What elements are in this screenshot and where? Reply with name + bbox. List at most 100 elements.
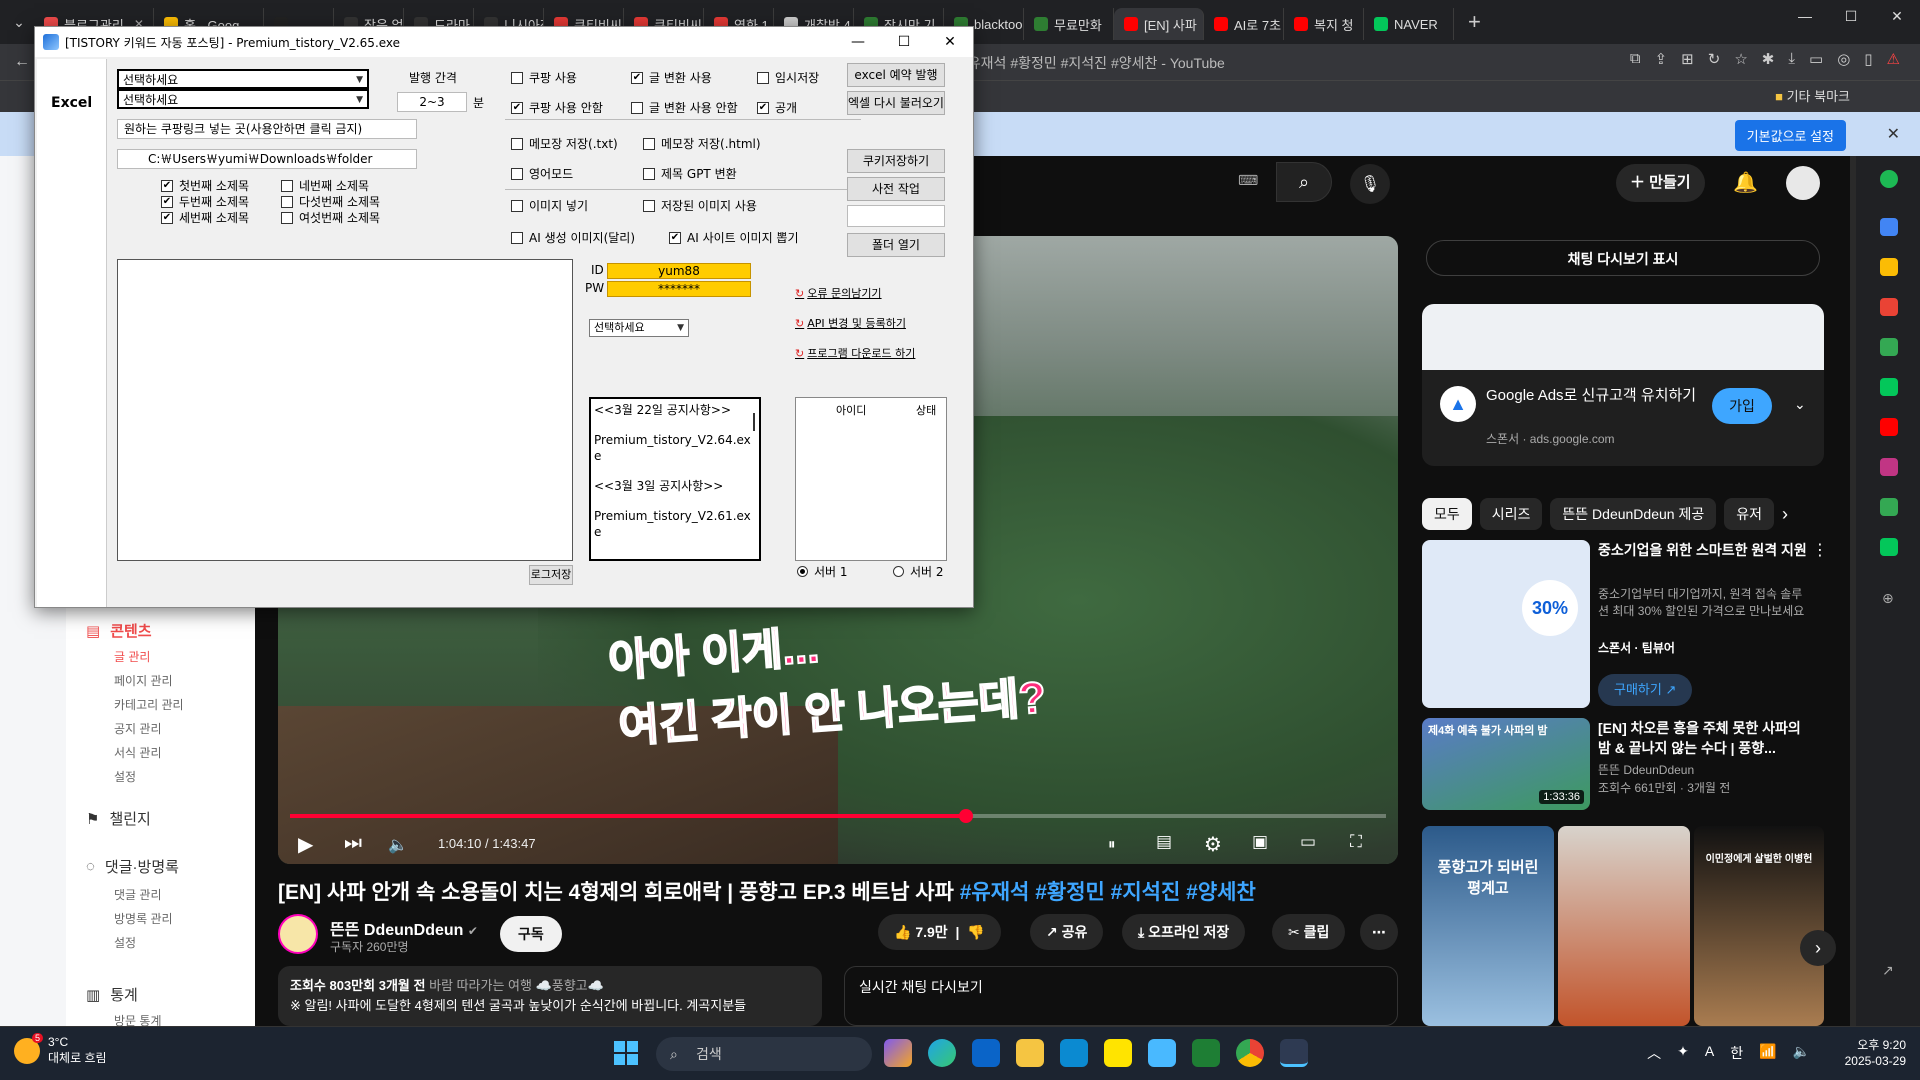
option-checkbox[interactable]: ✔ AI 사이트 이미지 뽑기 bbox=[669, 229, 799, 246]
browser-tab[interactable]: AI로 7초 bbox=[1204, 8, 1284, 40]
capture-icon[interactable]: ◎ bbox=[1837, 50, 1850, 68]
window-titlebar[interactable]: [TISTORY 키워드 자동 포스팅] - Premium_tistory_V… bbox=[35, 27, 973, 57]
category-select[interactable]: 선택하세요 ▼ bbox=[117, 69, 369, 89]
share-button[interactable]: ↗ 공유 bbox=[1030, 914, 1104, 950]
subscribe-button[interactable]: 구독 bbox=[500, 916, 562, 952]
chip-series[interactable]: 시리즈 bbox=[1479, 498, 1543, 530]
subtitle-checkbox[interactable]: 다섯번째 소제목 bbox=[281, 193, 380, 210]
minimize-icon[interactable]: — bbox=[1782, 0, 1828, 32]
media-icon[interactable]: ▭ bbox=[1809, 50, 1823, 68]
tistory-app-icon[interactable] bbox=[1280, 1039, 1308, 1067]
settings-icon[interactable]: ⚙ bbox=[1204, 832, 1222, 857]
excel-reload-button[interactable]: 엑셀 다시 불러오기 bbox=[847, 91, 945, 115]
subtitle-checkbox[interactable]: ✔ 첫번째 소제목 bbox=[161, 177, 249, 194]
fullscreen-icon[interactable]: ⛶ bbox=[1350, 832, 1362, 852]
chip-users[interactable]: 유저 bbox=[1724, 498, 1774, 530]
file-explorer-icon[interactable] bbox=[1016, 1039, 1044, 1067]
id-input[interactable]: yum88 bbox=[607, 263, 751, 279]
browser-tab[interactable]: NAVER bbox=[1364, 8, 1454, 40]
option-checkbox[interactable]: 메모장 저장(.html) bbox=[643, 135, 761, 152]
install-icon[interactable]: ⊞ bbox=[1681, 50, 1694, 68]
reload-icon[interactable]: ↻ bbox=[1708, 50, 1721, 68]
extension-icon[interactable] bbox=[1880, 170, 1898, 188]
warning-icon[interactable]: ⚠ bbox=[1887, 50, 1900, 68]
close-icon[interactable]: ✕ bbox=[1874, 0, 1920, 32]
extension-icon[interactable] bbox=[1880, 458, 1898, 476]
subtitle-checkbox[interactable]: 네번째 소제목 bbox=[281, 177, 369, 194]
short-thumbnail[interactable]: 이민정에게 살벌한 이병헌 bbox=[1694, 826, 1824, 1026]
chrome-icon[interactable] bbox=[1236, 1039, 1264, 1067]
speaker-icon[interactable]: 🔈 bbox=[1793, 1043, 1810, 1063]
menu-section-content[interactable]: ▤ 콘텐츠 bbox=[86, 620, 152, 641]
set-default-button[interactable]: 기본값으로 설정 bbox=[1734, 120, 1846, 151]
progress-bar[interactable] bbox=[290, 809, 1386, 823]
play-icon[interactable]: ▶ bbox=[298, 832, 313, 857]
sidepanel-icon[interactable]: ▯ bbox=[1864, 50, 1872, 68]
log-textarea[interactable] bbox=[117, 259, 573, 561]
menu-section-comments[interactable]: ◌ 댓글·방명록 bbox=[86, 856, 179, 877]
weather-widget[interactable]: 5 3°C 대체로 흐림 bbox=[14, 1033, 107, 1066]
like-button[interactable]: 👍 7.9만 | 👎 bbox=[878, 914, 1001, 950]
extensions-icon[interactable]: ✱ bbox=[1762, 50, 1775, 68]
theater-icon[interactable]: ▭ bbox=[1300, 832, 1316, 852]
mic-icon[interactable]: 🎙 bbox=[1350, 164, 1390, 204]
account-status-table[interactable]: 아이디 상태 bbox=[795, 397, 947, 561]
autoplay-toggle[interactable]: ⏸ bbox=[1108, 836, 1116, 853]
menu-item-content-settings[interactable]: 설정 bbox=[114, 768, 136, 785]
recommended-ad[interactable]: 30% 중소기업을 위한 스마트한 원격 지원 중소기업부터 대기업까지, 원격… bbox=[1422, 540, 1828, 710]
edge-icon[interactable] bbox=[928, 1039, 956, 1067]
avatar[interactable] bbox=[1786, 166, 1820, 200]
ime-mode[interactable]: A bbox=[1705, 1043, 1714, 1063]
video-title-tags[interactable]: #유재석 #황정민 #지석진 #양세찬 bbox=[960, 881, 1256, 904]
option-checkbox[interactable]: 제목 GPT 변환 bbox=[643, 165, 737, 182]
tab-search-button[interactable]: ⌄ bbox=[4, 7, 34, 37]
tray-app-icon[interactable]: ✦ bbox=[1677, 1043, 1689, 1063]
outlook-icon[interactable] bbox=[972, 1039, 1000, 1067]
account-select[interactable]: 선택하세요 ▼ bbox=[589, 319, 689, 337]
bookmark-folder[interactable]: ■ 기타 북마크 bbox=[1775, 86, 1850, 105]
extension-icon[interactable] bbox=[1880, 418, 1898, 436]
volume-icon[interactable]: 🔈 bbox=[388, 835, 408, 855]
close-icon[interactable]: ✕ bbox=[927, 27, 973, 57]
open-folder-button[interactable]: 폴더 열기 bbox=[847, 233, 945, 257]
extension-icon[interactable] bbox=[1880, 338, 1898, 356]
address-bar[interactable]: #유재석 #황정민 #지석진 #양세찬 - YouTube bbox=[960, 50, 1520, 76]
cast-icon[interactable]: ⧉ bbox=[1630, 50, 1641, 68]
ad-card[interactable]: ▲ Google Ads로 신규고객 유치하기 스폰서 · ads.google… bbox=[1422, 304, 1824, 466]
more-actions-button[interactable]: ⋯ bbox=[1360, 914, 1398, 950]
app-icon[interactable] bbox=[1148, 1039, 1176, 1067]
status-field[interactable] bbox=[847, 205, 945, 227]
excel-tab[interactable]: Excel bbox=[37, 59, 107, 607]
scrollbar[interactable] bbox=[1850, 156, 1856, 1026]
option-checkbox[interactable]: ✔ 글 변환 사용 bbox=[631, 69, 712, 86]
menu-item-guestbook[interactable]: 방명록 관리 bbox=[114, 910, 173, 927]
option-checkbox[interactable]: 저장된 이미지 사용 bbox=[643, 197, 757, 214]
option-checkbox[interactable]: 영어모드 bbox=[511, 165, 573, 182]
captions-icon[interactable]: ▤ bbox=[1156, 832, 1172, 852]
spreadsheet-icon[interactable] bbox=[1192, 1039, 1220, 1067]
create-button[interactable]: ＋ 만들기 bbox=[1616, 164, 1705, 202]
start-icon[interactable] bbox=[614, 1041, 638, 1065]
chevron-down-icon[interactable]: ⌄ bbox=[1794, 396, 1806, 413]
api-register-link[interactable]: ↻ API 변경 및 등록하기 bbox=[795, 315, 906, 331]
show-chat-replay-button[interactable]: 채팅 다시보기 표시 bbox=[1426, 240, 1820, 276]
bell-icon[interactable]: 🔔 bbox=[1733, 170, 1758, 195]
menu-item-pages[interactable]: 페이지 관리 bbox=[114, 672, 173, 689]
extension-icon[interactable] bbox=[1880, 218, 1898, 236]
option-checkbox[interactable]: 글 변환 사용 안함 bbox=[631, 99, 738, 116]
option-checkbox[interactable]: 쿠팡 사용 bbox=[511, 69, 577, 86]
server-1-radio[interactable]: 서버 1 bbox=[797, 563, 848, 580]
minimize-icon[interactable]: — bbox=[835, 27, 881, 57]
chip-channel[interactable]: 뜬뜬 DdeunDdeun 제공 bbox=[1550, 498, 1717, 530]
back-icon[interactable]: ← bbox=[14, 53, 30, 71]
browser-tab[interactable]: 무료만화 bbox=[1024, 8, 1114, 40]
clip-button[interactable]: ✂ 클립 bbox=[1272, 914, 1346, 950]
option-checkbox[interactable]: 이미지 넣기 bbox=[511, 197, 588, 214]
ad-join-button[interactable]: 가입 bbox=[1712, 388, 1772, 424]
app-icon[interactable] bbox=[1060, 1039, 1088, 1067]
browser-tab[interactable]: [EN] 사파 bbox=[1114, 8, 1204, 40]
channel-name[interactable]: 뜬뜬 DdeunDdeun ✔ bbox=[330, 916, 478, 940]
browser-tab[interactable]: 복지 청 bbox=[1284, 8, 1364, 40]
download-icon[interactable]: ⤓ bbox=[1788, 50, 1795, 68]
extension-icon[interactable] bbox=[1880, 498, 1898, 516]
